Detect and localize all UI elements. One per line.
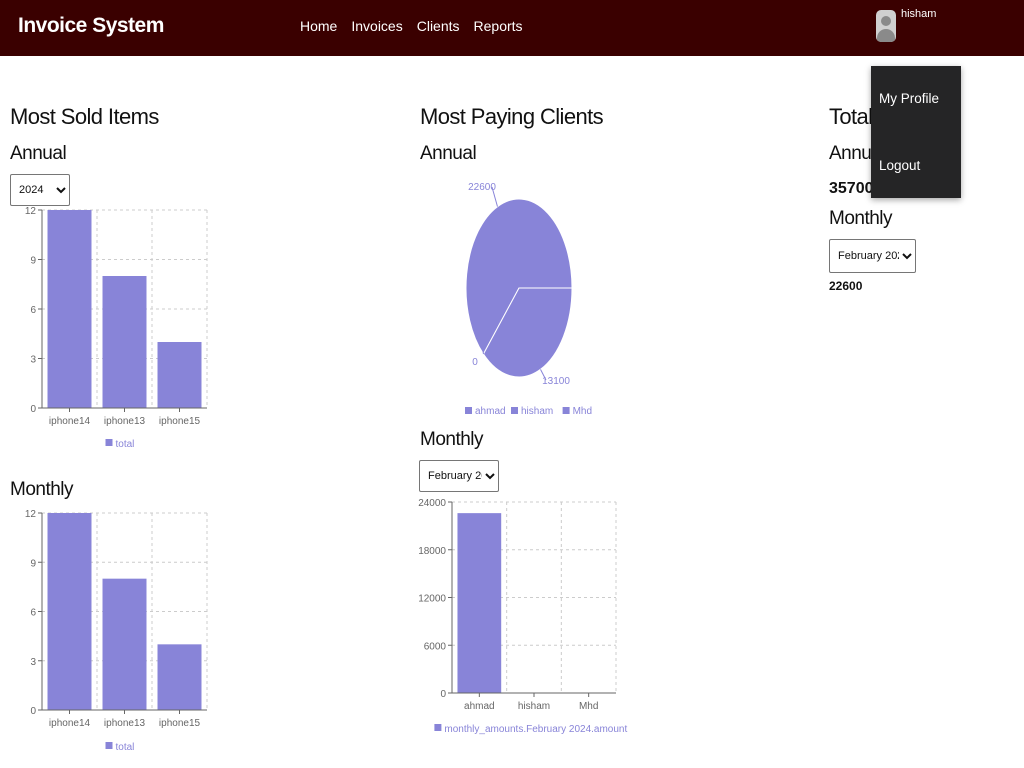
bar: [47, 210, 92, 408]
total-earnings-monthly-label: Monthly: [829, 208, 893, 229]
legend-swatch: [465, 407, 472, 414]
x-tick-label: iphone14: [49, 416, 91, 427]
most-paying-title: Most Paying Clients: [420, 104, 604, 129]
bar: [47, 513, 92, 710]
app-title[interactable]: Invoice System: [18, 14, 164, 38]
bar: [102, 276, 147, 408]
user-menu-toggle[interactable]: hisham: [876, 8, 936, 44]
y-tick-label: 12: [25, 206, 37, 217]
bar: [157, 342, 202, 408]
y-tick-label: 0: [30, 404, 36, 415]
x-tick-label: iphone13: [104, 416, 146, 427]
user-dropdown-menu: My Profile Logout: [871, 66, 961, 198]
y-tick-label: 3: [30, 355, 36, 366]
x-tick-label: ahmad: [464, 701, 495, 712]
legend: ahmad hisham Mhd: [465, 406, 592, 417]
y-tick-label: 0: [440, 689, 446, 700]
y-tick-label: 9: [30, 558, 36, 569]
legend-label: hisham: [521, 406, 553, 417]
most-sold-monthly-label: Monthly: [10, 479, 74, 500]
legend-label: ahmad: [475, 406, 506, 417]
y-tick-label: 6: [30, 608, 36, 619]
x-tick-label: iphone14: [49, 718, 91, 729]
x-tick-label: iphone13: [104, 718, 146, 729]
nav-clients[interactable]: Clients: [417, 18, 460, 34]
x-tick-label: iphone15: [159, 718, 201, 729]
nav-reports[interactable]: Reports: [474, 18, 523, 34]
y-tick-label: 18000: [418, 546, 446, 557]
nav-invoices[interactable]: Invoices: [351, 18, 402, 34]
most-paying-annual-label: Annual: [420, 143, 477, 164]
legend-swatch: [562, 407, 570, 414]
most-sold-title: Most Sold Items: [10, 104, 159, 129]
y-tick-label: 6: [30, 305, 36, 316]
pie-label: 0: [472, 357, 478, 368]
legend-label: total: [116, 439, 135, 450]
legend-label: Mhd: [573, 406, 592, 417]
legend-swatch: [105, 439, 113, 446]
legend-swatch: [105, 742, 113, 749]
total-earnings-monthly-value: 22600: [829, 279, 863, 293]
legend-label: total: [116, 742, 135, 753]
most-paying-pie-chart: 22600 0 13100 ahmad hisham Mhd: [465, 182, 592, 417]
x-tick-label: Mhd: [579, 701, 598, 712]
avatar-icon[interactable]: [876, 10, 896, 42]
most-sold-annual-label: Annual: [10, 143, 67, 164]
most-paying-month-select[interactable]: February 2024: [419, 460, 499, 492]
y-tick-label: 9: [30, 256, 36, 267]
total-earnings-month-select[interactable]: February 2024: [829, 239, 916, 273]
y-tick-label: 24000: [418, 498, 446, 509]
legend-label: monthly_amounts.February 2024.amount: [444, 724, 627, 735]
y-tick-label: 6000: [424, 641, 447, 652]
most-paying-monthly-chart: 0 6000 12000 18000 24000 ahmad hisham Mhd monthl…: [418, 498, 628, 735]
my-profile-link[interactable]: My Profile: [879, 91, 939, 106]
legend: total: [105, 742, 135, 753]
y-tick-label: 3: [30, 657, 36, 668]
legend-swatch: [511, 407, 518, 414]
pie-label: 22600: [468, 182, 496, 193]
logout-link[interactable]: Logout: [879, 158, 920, 173]
x-tick-label: iphone15: [159, 416, 201, 427]
legend-swatch: [434, 724, 442, 731]
y-tick-label: 12000: [418, 594, 446, 605]
nav-home[interactable]: Home: [300, 18, 337, 34]
bar: [157, 644, 202, 710]
most-sold-monthly-chart: 0 3 6 9 12 iphone14 iphone13 iphone15 total: [25, 509, 208, 753]
username[interactable]: hisham: [901, 8, 936, 20]
pie-label: 13100: [542, 376, 570, 387]
legend: monthly_amounts.February 2024.amount: [434, 724, 628, 735]
x-tick-label: hisham: [518, 701, 550, 712]
y-tick-label: 12: [25, 509, 37, 520]
most-sold-annual-chart: 0 3 6 9 12 iphone14 iphone13 iphone15 total: [25, 206, 208, 450]
nav-links: Home Invoices Clients Reports: [300, 18, 523, 34]
most-paying-monthly-label: Monthly: [420, 429, 484, 450]
bar: [102, 578, 147, 710]
total-earnings-annual-value: 35700: [829, 180, 874, 197]
bar: [457, 513, 502, 693]
y-tick-label: 0: [30, 706, 36, 717]
legend: total: [105, 439, 135, 450]
navbar: Invoice System Home Invoices Clients Rep…: [0, 0, 1024, 56]
